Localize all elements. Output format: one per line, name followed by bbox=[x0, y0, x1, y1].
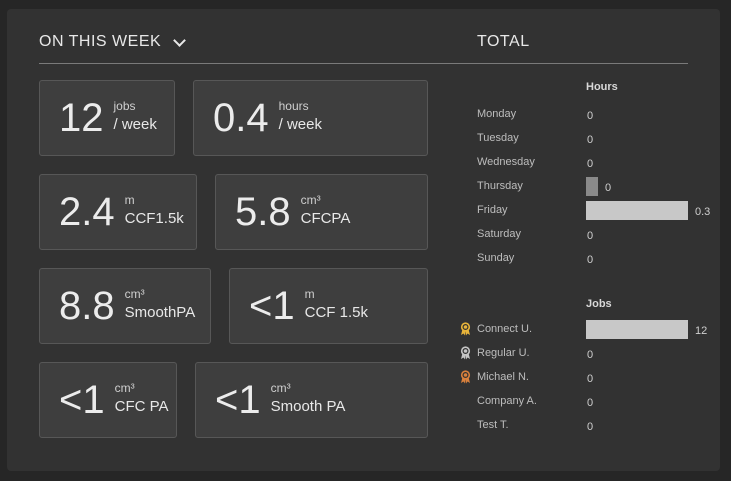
hours-value: 0 bbox=[605, 182, 612, 194]
hours-value: 0 bbox=[587, 110, 594, 122]
stat-unit: m bbox=[124, 193, 135, 207]
stat-value: 12 bbox=[59, 96, 104, 140]
stat-value: 8.8 bbox=[59, 284, 115, 328]
jobs-chart-title: Jobs bbox=[586, 298, 612, 310]
stat-card-cfc-pa: <1 cm³ CFC PA bbox=[39, 362, 177, 438]
hours-value: 0 bbox=[587, 158, 594, 170]
stat-card-smooth-pa: <1 cm³ Smooth PA bbox=[195, 362, 428, 438]
gold-medal-icon bbox=[460, 322, 471, 336]
stat-label: CCF1.5k bbox=[124, 210, 184, 227]
period-label: ON THIS WEEK bbox=[39, 33, 162, 50]
jobs-bar bbox=[586, 320, 688, 339]
stat-card-cfcpa: 5.8 cm³ CFCPA bbox=[215, 174, 428, 250]
stat-label: SmoothPA bbox=[124, 304, 196, 321]
jobs-value: 0 bbox=[587, 397, 594, 409]
stat-value: <1 bbox=[215, 378, 261, 422]
hours-bar bbox=[586, 177, 598, 196]
stat-label: / week bbox=[278, 116, 322, 133]
hours-value: 0 bbox=[587, 134, 594, 146]
stat-value: 0.4 bbox=[213, 96, 269, 140]
jobs-row-label: Test T. bbox=[477, 419, 509, 431]
hours-value: 0 bbox=[587, 254, 594, 266]
stat-card-hours: 0.4 hours / week bbox=[193, 80, 428, 156]
jobs-value: 0 bbox=[587, 373, 594, 385]
silver-medal-icon bbox=[460, 346, 471, 360]
period-dropdown[interactable]: ON THIS WEEK bbox=[39, 33, 187, 51]
stat-unit: cm³ bbox=[300, 193, 321, 207]
stat-unit: hours bbox=[278, 99, 309, 113]
stat-unit: jobs bbox=[113, 99, 136, 113]
bronze-medal-icon bbox=[460, 370, 471, 384]
jobs-value: 0 bbox=[587, 349, 594, 361]
hours-row-label: Wednesday bbox=[477, 156, 535, 168]
stat-card-smoothpa: 8.8 cm³ SmoothPA bbox=[39, 268, 211, 344]
chevron-down-icon bbox=[173, 33, 187, 47]
hours-row-label: Thursday bbox=[477, 180, 523, 192]
stat-value: 5.8 bbox=[235, 190, 291, 234]
total-heading: TOTAL bbox=[477, 33, 530, 50]
stat-unit: cm³ bbox=[124, 287, 145, 301]
stat-label: CFC PA bbox=[114, 398, 169, 415]
hours-value: 0 bbox=[587, 230, 594, 242]
stat-unit: cm³ bbox=[114, 381, 135, 395]
jobs-value: 12 bbox=[695, 325, 708, 337]
hours-row-label: Monday bbox=[477, 108, 517, 120]
hours-row-label: Saturday bbox=[477, 228, 522, 240]
jobs-row-label: Company A. bbox=[477, 395, 537, 407]
hours-row-label: Friday bbox=[477, 204, 508, 216]
stat-value: 2.4 bbox=[59, 190, 115, 234]
stat-value: <1 bbox=[249, 284, 295, 328]
hours-chart-title: Hours bbox=[586, 81, 618, 93]
stat-label: CCF 1.5k bbox=[304, 304, 368, 321]
jobs-row-label: Michael N. bbox=[477, 371, 529, 383]
stat-card-jobs: 12 jobs / week bbox=[39, 80, 175, 156]
stat-unit: m bbox=[304, 287, 315, 301]
stat-card-ccf: 2.4 m CCF1.5k bbox=[39, 174, 197, 250]
stat-card-ccf-1-5k: <1 m CCF 1.5k bbox=[229, 268, 428, 344]
hours-row-label: Sunday bbox=[477, 252, 515, 264]
stat-label: Smooth PA bbox=[270, 398, 346, 415]
stat-label: / week bbox=[113, 116, 157, 133]
stat-value: <1 bbox=[59, 378, 105, 422]
jobs-row-label: Connect U. bbox=[477, 323, 533, 335]
hours-row-label: Tuesday bbox=[477, 132, 519, 144]
stat-label: CFCPA bbox=[300, 210, 351, 227]
header-divider bbox=[39, 63, 688, 64]
hours-value: 0.3 bbox=[695, 206, 711, 218]
jobs-value: 0 bbox=[587, 421, 594, 433]
stat-unit: cm³ bbox=[270, 381, 291, 395]
hours-bar bbox=[586, 201, 688, 220]
jobs-row-label: Regular U. bbox=[477, 347, 530, 359]
